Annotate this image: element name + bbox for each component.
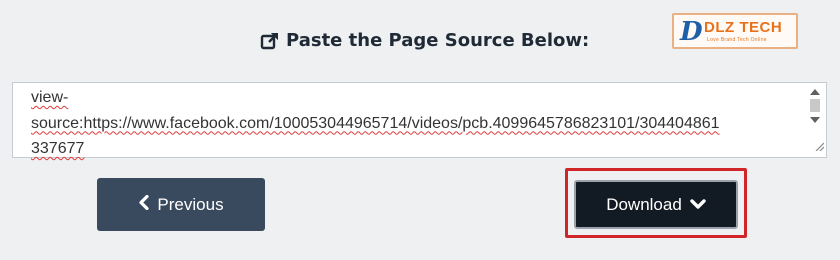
scroll-down-arrow-icon[interactable] <box>808 114 822 126</box>
logo-text: DLZ TECH <box>704 19 783 36</box>
scroll-up-arrow-icon[interactable] <box>808 86 822 98</box>
scrollbar-thumb[interactable] <box>810 99 820 112</box>
vertical-scrollbar[interactable] <box>808 86 822 142</box>
page-title-text: Paste the Page Source Below: <box>286 30 590 51</box>
chevron-down-icon <box>690 195 706 215</box>
logo-mark: D <box>680 17 703 47</box>
page-title: Paste the Page Source Below: <box>260 30 589 51</box>
page-source-text[interactable]: view- source:https://www.facebook.com/10… <box>31 85 811 162</box>
source-line: 337677 <box>31 140 85 157</box>
download-button-label: Download <box>606 194 682 214</box>
brand-logo: D DLZ TECH Love Brand Tech Online <box>672 13 798 49</box>
external-link-icon <box>260 31 280 51</box>
chevron-left-icon <box>138 194 150 215</box>
page-source-textarea[interactable]: view- source:https://www.facebook.com/10… <box>12 82 827 158</box>
source-line: view- <box>31 89 69 106</box>
logo-tagline: Love Brand Tech Online <box>707 37 767 43</box>
previous-button[interactable]: Previous <box>97 178 265 231</box>
download-button[interactable]: Download <box>574 180 738 229</box>
previous-button-label: Previous <box>157 194 224 214</box>
source-line: source:https://www.facebook.com/10005304… <box>31 114 720 132</box>
resize-grip-icon[interactable] <box>814 136 825 155</box>
